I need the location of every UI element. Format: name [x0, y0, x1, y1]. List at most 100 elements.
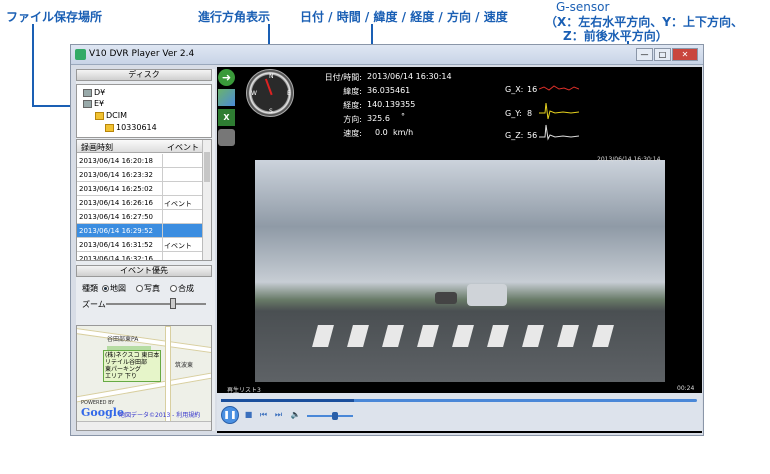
datetime-value: 2013/06/14 16:30:14 — [367, 72, 452, 81]
g-sensor-graphs — [539, 85, 579, 141]
event-priority-button[interactable]: イベント優先 — [76, 265, 212, 277]
row-time: 2013/06/14 16:29:52 — [79, 227, 154, 235]
header-time[interactable]: 録画時刻 — [81, 142, 113, 153]
crosswalk-stripe — [312, 325, 334, 347]
map-view[interactable]: 谷田部東PA (株)ネクスコ 東日本 リテイル谷田部 東パーキング エリア 下り… — [76, 325, 212, 431]
table-row[interactable]: 2013/06/14 16:31:52 イベント — [77, 238, 203, 252]
tree-node-dcim[interactable]: DCIM — [95, 111, 127, 120]
row-time: 2013/06/14 16:27:50 — [79, 213, 154, 221]
stop-button[interactable]: ■ — [242, 408, 255, 421]
datetime-label: 日付/時間: — [324, 73, 362, 82]
seek-bar[interactable] — [221, 399, 697, 402]
next-arrow-icon[interactable]: ➜ — [218, 69, 235, 86]
tree-node-d[interactable]: D¥ — [83, 88, 105, 97]
minimize-button[interactable]: — — [636, 48, 653, 61]
map-options: 種類 地図 写真 合成 ズーム — [76, 279, 212, 319]
map-scrollbar[interactable] — [77, 421, 211, 430]
gz-label: G_Z: — [505, 131, 524, 140]
row-time: 2013/06/14 16:25:02 — [79, 185, 154, 193]
title-bar: V10 DVR Player Ver 2.4 — □ ✕ — [71, 45, 703, 65]
tree-node-10330614[interactable]: 10330614 — [105, 123, 157, 132]
gz-value: 56 — [527, 131, 538, 140]
tree-node-e[interactable]: E¥ — [83, 99, 104, 108]
disk-button[interactable]: ディスク — [76, 69, 212, 81]
recording-list[interactable]: 録画時刻 イベント 2013/06/14 16:20:18 2013/06/14 … — [76, 139, 212, 261]
annotation-folder: ファイル保存場所 — [6, 10, 103, 24]
speaker-icon[interactable]: 🔈 — [289, 408, 302, 421]
annotation-gsensor-title: G-sensor — [556, 0, 610, 14]
crosswalk-stripe — [417, 325, 439, 347]
row-time: 2013/06/14 16:32:16 — [79, 255, 154, 261]
map-footer[interactable]: 地図データ©2013 - 利用規約 — [119, 410, 200, 419]
table-row[interactable]: 2013/06/14 16:32:16 — [77, 252, 203, 261]
crosswalk-stripe — [487, 325, 509, 347]
table-row[interactable]: 2013/06/14 16:27:50 — [77, 210, 203, 224]
crosswalk-stripe — [592, 325, 614, 347]
table-row[interactable]: 2013/06/14 16:29:52 — [77, 224, 203, 238]
annotation-heading: 進行方角表示 — [198, 10, 271, 24]
list-header: 録画時刻 イベント — [77, 140, 203, 153]
table-row[interactable]: 2013/06/14 16:20:18 — [77, 154, 203, 168]
row-time: 2013/06/14 16:20:18 — [79, 157, 154, 165]
app-window: V10 DVR Player Ver 2.4 — □ ✕ ディスク D¥ E¥ … — [70, 44, 704, 436]
zoom-slider-knob[interactable] — [169, 298, 176, 309]
folder-tree[interactable]: D¥ E¥ DCIM 10330614 — [76, 84, 212, 138]
next-button[interactable]: ⏭ — [272, 408, 285, 421]
list-scrollbar[interactable] — [202, 140, 211, 260]
left-panel: ディスク D¥ E¥ DCIM 10330614 録画時刻 イベント 2013/… — [76, 69, 215, 431]
prev-button[interactable]: ⏮ — [257, 408, 270, 421]
kind-radio-map[interactable]: 地図 — [102, 283, 126, 294]
drive-icon — [83, 99, 92, 108]
radio-icon[interactable] — [136, 285, 143, 292]
header-event[interactable]: イベント — [167, 142, 199, 153]
row-time: 2013/06/14 16:26:16 — [79, 199, 154, 207]
column-divider — [162, 238, 163, 252]
column-divider — [162, 224, 163, 238]
kind-radio-photo[interactable]: 写真 — [136, 283, 160, 294]
car-image — [435, 292, 457, 304]
column-divider — [162, 210, 163, 224]
speed-unit: km/h — [393, 128, 414, 137]
google-logo: Google — [81, 406, 124, 419]
table-row[interactable]: 2013/06/14 16:23:32 — [77, 168, 203, 182]
latitude-value: 36.035461 — [367, 86, 411, 95]
row-event: イベント — [164, 200, 192, 208]
video-frame — [255, 160, 665, 382]
folder-icon — [95, 111, 104, 120]
window-title: V10 DVR Player Ver 2.4 — [89, 49, 195, 59]
map-place-marker[interactable]: (株)ネクスコ 東日本 リテイル谷田部 東パーキング エリア 下り — [103, 350, 162, 382]
speed-label: 速度: — [343, 129, 362, 138]
table-row[interactable]: 2013/06/14 16:25:02 — [77, 182, 203, 196]
player-controls: ❚❚ ■ ⏮ ⏭ 🔈 — [217, 393, 702, 431]
longitude-value: 140.139355 — [367, 100, 416, 109]
column-divider — [162, 154, 163, 168]
kind-label: 種類 — [82, 284, 98, 293]
excel-export-icon[interactable]: X — [218, 109, 235, 126]
compass-needle — [264, 78, 273, 96]
gx-value: 16 — [527, 85, 538, 94]
close-button[interactable]: ✕ — [672, 48, 698, 61]
table-row[interactable]: 2013/06/14 16:26:16 イベント — [77, 196, 203, 210]
gx-label: G_X: — [505, 85, 524, 94]
volume-slider[interactable] — [307, 412, 353, 420]
radio-icon[interactable] — [102, 285, 109, 292]
scroll-thumb[interactable] — [204, 152, 210, 182]
crosswalk-stripe — [452, 325, 474, 347]
zoom-slider[interactable] — [106, 298, 206, 309]
gx-trace — [539, 85, 579, 91]
maximize-button[interactable]: □ — [654, 48, 671, 61]
column-divider — [162, 182, 163, 196]
radio-icon[interactable] — [170, 285, 177, 292]
column-divider — [162, 252, 163, 260]
volume-knob[interactable] — [331, 412, 338, 420]
compass-gauge: N E S W — [246, 69, 294, 117]
elapsed-time: 00:24 — [677, 385, 695, 392]
kind-radio-composite[interactable]: 合成 — [170, 283, 194, 294]
compass-w: W — [251, 90, 257, 97]
car-image — [467, 284, 507, 306]
map-place-pa: 谷田部東PA — [107, 336, 139, 343]
map-export-icon[interactable] — [218, 89, 235, 106]
video-player[interactable]: 2013/06/14 16:30:14 再生リスト3 00:24 — [217, 153, 702, 394]
camera-icon[interactable] — [218, 129, 235, 146]
pause-button[interactable]: ❚❚ — [221, 406, 239, 424]
